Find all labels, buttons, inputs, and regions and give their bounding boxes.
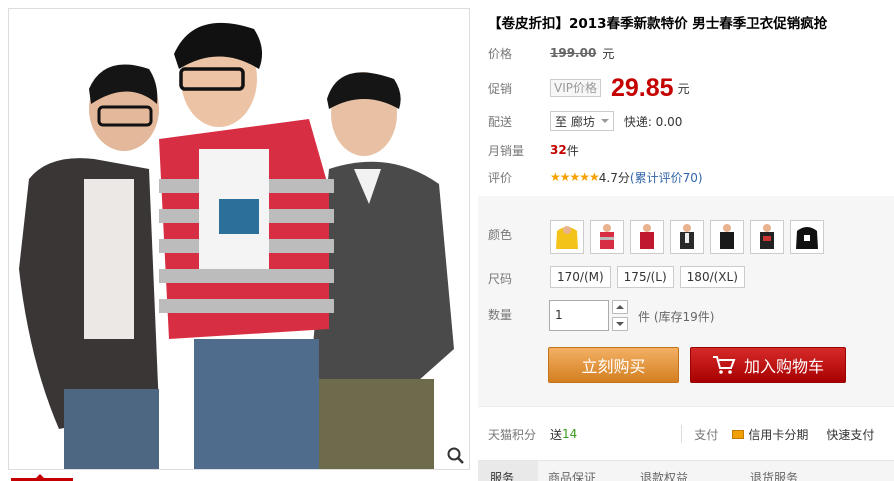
size-options: 170/(M) 175/(L) 180/(XL) (550, 266, 745, 288)
size-option-xl[interactable]: 180/(XL) (679, 266, 745, 288)
color-label: 颜色 (488, 227, 513, 242)
sales-count: 32 (550, 143, 567, 157)
color-swatches (550, 220, 824, 254)
color-swatch-print[interactable] (790, 220, 824, 254)
tab-guarantee[interactable]: 商品保证 (538, 461, 630, 481)
delivery-row: 配送 至 廊坊 快递: 0.00 (488, 111, 682, 131)
location-value: 至 廊坊 (555, 114, 595, 129)
service-tabs: 服务 商品保证 退款权益 退货服务 (478, 460, 894, 481)
points-give: 送 (550, 427, 563, 442)
shipping-fee: 快递: 0.00 (623, 114, 683, 129)
size-row: 尺码 (488, 268, 550, 288)
price-label: 价格 (488, 46, 513, 61)
color-swatch-yellow[interactable] (550, 220, 584, 254)
product-photo (9, 9, 469, 469)
color-swatch-red[interactable] (630, 220, 664, 254)
price-row: 价格 199.00 元 (488, 43, 614, 63)
stock-info: 件 (库存19件) (638, 310, 715, 324)
points-value: 14 (562, 427, 578, 441)
payment-label: 支付 (694, 427, 719, 442)
original-price: 199.00 (550, 46, 597, 60)
color-swatch-dark[interactable] (670, 220, 704, 254)
points-label: 天猫积分 (488, 427, 537, 442)
sale-price: 29.85 (611, 73, 674, 102)
cart-icon (712, 356, 736, 374)
chevron-down-icon (600, 119, 609, 123)
sku-panel: 颜色 尺码 170/(M) 175/(L) 180/(XL) 数量 1 件 (库… (478, 196, 894, 406)
delivery-label: 配送 (488, 114, 513, 129)
points-payment-row: 天猫积分 送 14 支付 信用卡分期 快速支付 (488, 424, 894, 444)
add-to-cart-button[interactable]: 加入购物车 (690, 347, 846, 383)
chevron-down-icon (616, 322, 624, 326)
sales-label: 月销量 (488, 143, 525, 158)
quick-pay-link[interactable]: 快速支付 (826, 426, 874, 443)
divider (478, 406, 894, 407)
price-currency: 元 (602, 46, 615, 61)
quantity-row: 数量 (488, 304, 550, 324)
tab-refund[interactable]: 退款权益 (630, 461, 740, 481)
product-title: 【卷皮折扣】2013春季新款特价 男士春季卫衣促销疯抢 (488, 16, 828, 32)
tab-service[interactable]: 服务 (478, 461, 538, 481)
sales-row: 月销量 32 件 (488, 140, 579, 160)
promo-label: 促销 (488, 81, 513, 96)
color-swatch-red-striped[interactable] (590, 220, 624, 254)
quantity-input[interactable]: 1 (549, 300, 609, 331)
credit-card-icon (732, 429, 745, 439)
review-label: 评价 (488, 170, 513, 185)
product-info: 【卷皮折扣】2013春季新款特价 男士春季卫衣促销疯抢 价格 199.00 元 … (478, 0, 894, 481)
color-swatch-black-hoodie[interactable] (750, 220, 784, 254)
rating-stars-icon: ★★★★★ (550, 170, 600, 184)
rating-score: 4.7分 (598, 170, 630, 185)
thumbnail-indicator (11, 474, 73, 481)
color-swatch-black[interactable] (710, 220, 744, 254)
location-select[interactable]: 至 廊坊 (550, 111, 614, 131)
credit-installment-link[interactable]: 信用卡分期 (748, 426, 808, 443)
zoom-icon[interactable] (446, 446, 466, 466)
color-row: 颜色 (488, 224, 550, 244)
size-option-m[interactable]: 170/(M) (550, 266, 611, 288)
sales-unit: 件 (566, 143, 579, 158)
review-count-link[interactable]: (累计评价70) (630, 169, 703, 186)
size-label: 尺码 (488, 271, 513, 286)
buy-now-label: 立刻购买 (581, 357, 646, 376)
chevron-up-icon (616, 305, 624, 309)
sale-currency: 元 (677, 81, 690, 96)
size-option-l[interactable]: 175/(L) (616, 266, 674, 288)
review-row: 评价 ★★★★★ 4.7分 (累计评价70) (488, 167, 703, 187)
quantity-label: 数量 (488, 307, 513, 322)
buy-now-button[interactable]: 立刻购买 (548, 347, 679, 383)
quantity-decrease-button[interactable] (612, 317, 628, 331)
add-to-cart-label: 加入购物车 (743, 357, 824, 376)
divider (681, 425, 683, 443)
vip-tag: VIP价格 (550, 79, 601, 97)
promo-row: 促销 VIP价格 29.85 元 (488, 74, 690, 102)
product-main-image[interactable] (8, 8, 470, 470)
tab-return[interactable]: 退货服务 (740, 461, 850, 481)
quantity-increase-button[interactable] (612, 300, 628, 314)
